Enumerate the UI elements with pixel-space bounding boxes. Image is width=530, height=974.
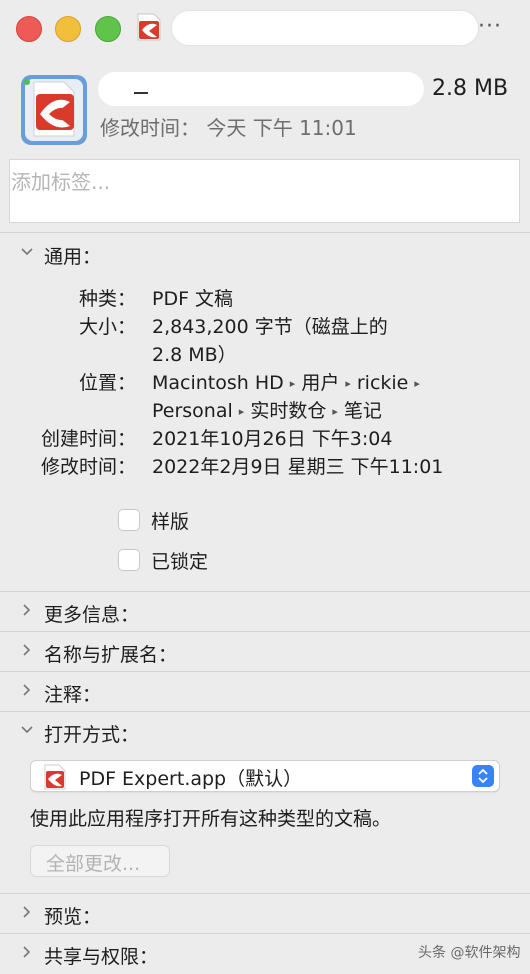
divider [0,232,530,233]
size-value-disk: 2.8 MB） [152,344,237,366]
path-segment: 笔记 [343,400,382,422]
section-general-title: 通用： [44,246,102,268]
divider [0,711,530,712]
modified-label: 修改时间： [100,116,200,140]
section-open-with-title: 打开方式： [44,724,140,746]
path-separator-icon: ▸ [414,377,420,390]
title-bar: ··· [0,0,530,56]
stationery-checkbox[interactable] [118,509,140,531]
modified-summary: 修改时间： 今天 下午 11:01 [100,112,357,141]
section-name-ext-title: 名称与扩展名： [44,644,178,666]
where-path-line1: Macintosh HD ▸ 用户 ▸ rickie ▸ [152,368,426,395]
window-title-redacted [172,11,478,45]
divider [0,893,530,894]
pdf-expert-icon [21,75,87,145]
section-more-info-title: 更多信息： [44,604,140,626]
tags-input[interactable]: 添加标签... [9,159,520,223]
open-with-app-name: PDF Expert.app（默认） [79,768,303,790]
where-path-line2: Personal ▸ 实时数仓 ▸ 笔记 [152,396,382,423]
section-preview-header[interactable]: 预览： [0,896,530,934]
path-segment: 用户 [301,372,340,394]
divider [0,671,530,672]
where-label: 位置： [78,372,136,394]
path-separator-icon: ▸ [289,377,296,390]
section-comments-header[interactable]: 注释： [0,674,530,712]
open-with-description: 使用此应用程序打开所有这种类型的文稿。 [30,808,392,830]
chevron-right-icon [23,684,31,696]
divider [0,631,530,632]
change-all-label: 全部更改... [46,853,141,875]
size-value: 2,843,200 字节（磁盘上的 [152,316,388,338]
chevron-right-icon [23,946,31,958]
path-segment: rickie [356,372,409,394]
popup-stepper-icon [472,765,494,787]
path-separator-icon: ▸ [345,377,351,390]
path-separator-icon: ▸ [238,405,245,418]
locked-label: 已锁定 [151,551,209,573]
tags-placeholder: 添加标签... [11,170,111,194]
chevron-right-icon [23,604,31,616]
path-segment: Macintosh HD [152,372,284,394]
change-all-button[interactable]: 全部更改... [30,845,170,877]
file-name-redacted [98,72,424,106]
file-name-fragment [134,92,148,94]
stationery-label: 样版 [151,511,190,533]
section-open-with-header[interactable]: 打开方式： [0,714,530,752]
modified-label-detail: 修改时间： [40,456,136,478]
ellipsis-icon[interactable]: ··· [478,14,502,39]
created-value: 2021年10月26日 下午3:04 [152,428,393,450]
file-size: 2.8 MB [432,76,509,101]
locked-checkbox[interactable] [118,549,140,571]
file-header: 2.8 MB 修改时间： 今天 下午 11:01 [0,56,530,150]
created-label: 创建时间： [40,428,136,450]
path-segment: 实时数仓 [250,400,327,422]
chevron-down-icon [21,726,33,734]
size-label: 大小： [78,316,136,338]
section-sharing-title: 共享与权限： [44,946,159,968]
kind-value: PDF 文稿 [152,288,234,310]
section-more-info-header[interactable]: 更多信息： [0,594,530,632]
chevron-down-icon [21,248,33,256]
section-name-ext-header[interactable]: 名称与扩展名： [0,634,530,672]
chevron-right-icon [23,644,31,656]
modified-value-detail: 2022年2月9日 星期三 下午11:01 [152,456,444,478]
modified-value: 今天 下午 11:01 [206,116,357,140]
kind-label: 种类： [78,288,136,310]
minimize-window-button[interactable] [55,16,81,42]
pdf-expert-icon [44,764,66,790]
divider [0,591,530,592]
pdf-expert-icon [137,13,161,41]
watermark: 头条 @软件架构 [418,945,521,961]
divider [0,933,530,934]
zoom-window-button[interactable] [95,16,121,42]
chevron-right-icon [23,906,31,918]
section-comments-title: 注释： [44,684,102,706]
open-with-popup[interactable]: PDF Expert.app（默认） [30,760,500,792]
path-segment: Personal [152,400,233,422]
section-preview-title: 预览： [44,906,102,928]
close-window-button[interactable] [16,16,42,42]
path-separator-icon: ▸ [332,405,338,418]
section-general-header[interactable]: 通用： [0,236,530,274]
